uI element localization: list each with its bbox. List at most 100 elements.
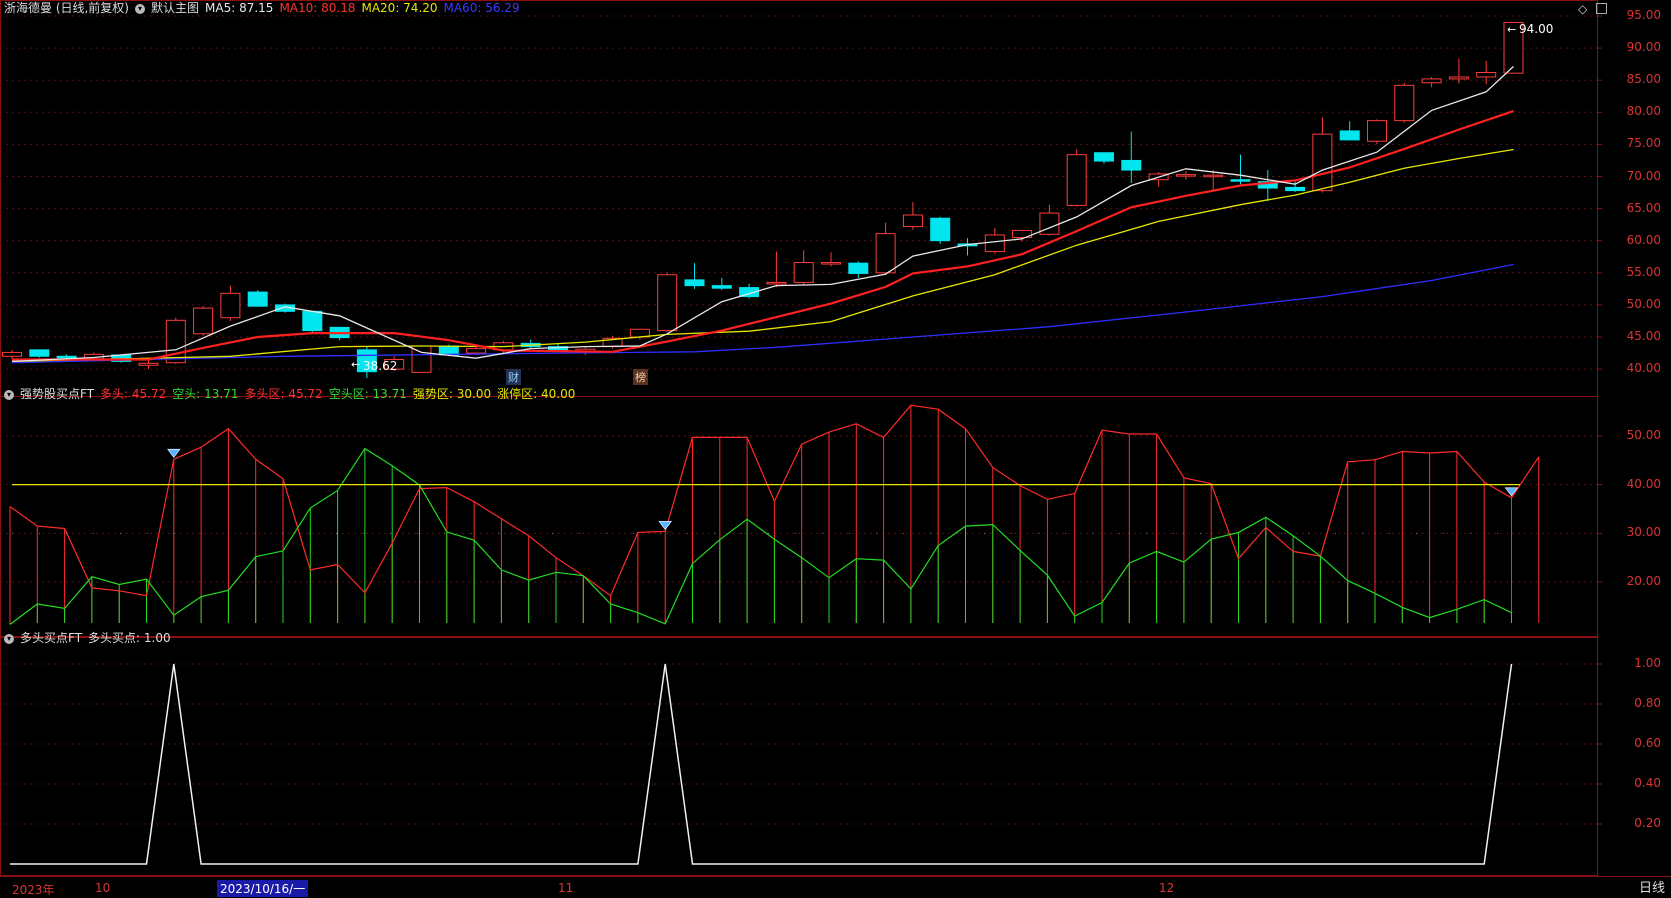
ma20-label: MA20: 74.20	[361, 1, 438, 15]
dropdown-icon[interactable]: ▾	[135, 3, 145, 14]
low-arrow-icon: ←	[351, 358, 361, 371]
buy-signal-icon	[658, 521, 672, 531]
buy-tick-label: 0.80	[1634, 696, 1661, 710]
chart-canvas	[0, 0, 1671, 877]
indicator-tick-label: 40.00	[1626, 476, 1661, 491]
candle-body	[821, 262, 841, 265]
window-toggle-icon[interactable]	[1596, 3, 1607, 14]
ranking-tag[interactable]: 榜	[633, 369, 648, 385]
buy-panel-frame	[0, 637, 1598, 876]
buy-tick-label: 0.20	[1634, 816, 1661, 830]
bear-line	[9, 447, 1512, 625]
indicator-panel-frame	[0, 396, 1598, 637]
candle-body	[1421, 78, 1442, 84]
finance-tag[interactable]: 财	[506, 369, 521, 385]
price-tick-label: 80.00	[1626, 104, 1661, 119]
high-price-marker: 94.00	[1519, 22, 1554, 36]
price-tick-label: 50.00	[1626, 296, 1661, 311]
candle-body	[1066, 154, 1087, 206]
indicator-title[interactable]: 强势股买点FT	[20, 387, 94, 401]
dropdown-icon[interactable]: ▾	[4, 633, 14, 644]
buy-point-line	[10, 663, 1513, 865]
candle-body	[766, 281, 787, 285]
candle-body	[247, 291, 268, 307]
ma60-label: MA60: 56.29	[443, 1, 520, 15]
bull-zone-value: 多头区: 45.72	[244, 387, 323, 401]
ma10-line	[12, 110, 1514, 361]
main-template[interactable]: 默认主图	[151, 1, 199, 15]
price-tick-label: 45.00	[1626, 329, 1661, 343]
month-oct-label: 10	[95, 881, 111, 895]
high-arrow-icon: ←	[1507, 23, 1517, 36]
buy-tick-label: 0.60	[1634, 736, 1661, 750]
candle-body	[1394, 84, 1415, 122]
candle-body	[1094, 152, 1114, 162]
buy-tick-label: 0.40	[1634, 776, 1661, 790]
price-tick-label: 70.00	[1626, 168, 1661, 183]
price-tick-label: 55.00	[1626, 264, 1661, 279]
candle-body	[984, 234, 1005, 253]
indicator-panel-header: ▾ 强势股买点FT 多头: 45.72 空头: 13.71 多头区: 45.72 空头区:…	[4, 386, 581, 402]
candle-body	[930, 217, 951, 242]
candle-body	[902, 214, 923, 228]
candle-body	[220, 292, 241, 319]
bear-zone-value: 空头区: 13.71	[328, 387, 407, 401]
candle-body	[1203, 174, 1224, 178]
strong-zone-value: 强势区: 30.00	[412, 387, 492, 401]
candle-body	[1367, 120, 1387, 142]
stock-title[interactable]: 浙海德曼 (日线,前复权)	[4, 1, 129, 15]
candle-body	[657, 274, 678, 332]
candle-body	[1230, 179, 1251, 182]
buy-tick-label: 1.00	[1634, 656, 1661, 670]
candle-body	[165, 319, 186, 364]
candle-body	[56, 355, 77, 359]
limit-zone-value: 涨停区: 40.00	[497, 387, 576, 401]
candle-body	[711, 285, 732, 289]
ma10-label: MA10: 80.18	[279, 1, 356, 15]
buy-signal-icon	[167, 448, 181, 459]
candle-body	[138, 362, 159, 366]
low-price-marker: 38.62	[363, 359, 398, 373]
indicator-tick-label: 50.00	[1626, 427, 1661, 442]
price-tick-label: 65.00	[1626, 200, 1661, 215]
candle-body	[793, 262, 814, 283]
bull-value: 多头: 45.72	[100, 387, 167, 401]
buy-panel-header: ▾ 多头买点FT 多头买点: 1.00	[4, 630, 177, 646]
ma5-label: MA5: 87.15	[205, 1, 274, 15]
candle-body	[1175, 174, 1196, 177]
price-tick-label: 90.00	[1626, 40, 1661, 55]
candle-body	[438, 345, 459, 356]
price-tick-label: 95.00	[1626, 8, 1661, 22]
diamond-icon[interactable]: ◇	[1578, 2, 1587, 16]
price-tick-label: 75.00	[1626, 136, 1661, 151]
candle-body	[1121, 159, 1142, 171]
month-nov-label: 11	[558, 881, 574, 895]
price-tick-label: 85.00	[1626, 72, 1661, 87]
dropdown-icon[interactable]: ▾	[4, 389, 14, 400]
candle-body	[1339, 130, 1360, 141]
candle-body	[302, 310, 323, 332]
candle-body	[29, 349, 50, 357]
buy-point-value: 多头买点: 1.00	[88, 631, 171, 645]
candle-body	[1476, 71, 1497, 78]
price-tick-label: 60.00	[1626, 232, 1661, 247]
selected-date: 2023/10/16/一	[217, 880, 309, 897]
candle-body	[848, 262, 869, 274]
candle-body	[1285, 186, 1306, 192]
year-label: 2023年	[12, 883, 55, 897]
indicator-tick-label: 20.00	[1626, 574, 1661, 589]
candle-body	[684, 279, 705, 287]
candle-body	[466, 348, 487, 354]
price-tick-label: 40.00	[1626, 361, 1661, 376]
indicator-tick-label: 30.00	[1626, 525, 1661, 540]
candle-body	[193, 307, 214, 335]
period-label[interactable]: 日线	[1639, 877, 1665, 896]
candle-body	[875, 233, 896, 274]
main-panel-header: 浙海德曼 (日线,前复权) ▾ 默认主图 MA5: 87.15 MA10: 80.18 M…	[4, 0, 526, 16]
bear-value: 空头: 13.71	[172, 387, 239, 401]
candle-body	[2, 351, 22, 357]
buy-panel-title[interactable]: 多头买点FT	[20, 631, 82, 645]
candle-body	[1448, 76, 1469, 80]
candle-body	[1312, 133, 1333, 192]
month-dec-label: 12	[1159, 881, 1175, 895]
